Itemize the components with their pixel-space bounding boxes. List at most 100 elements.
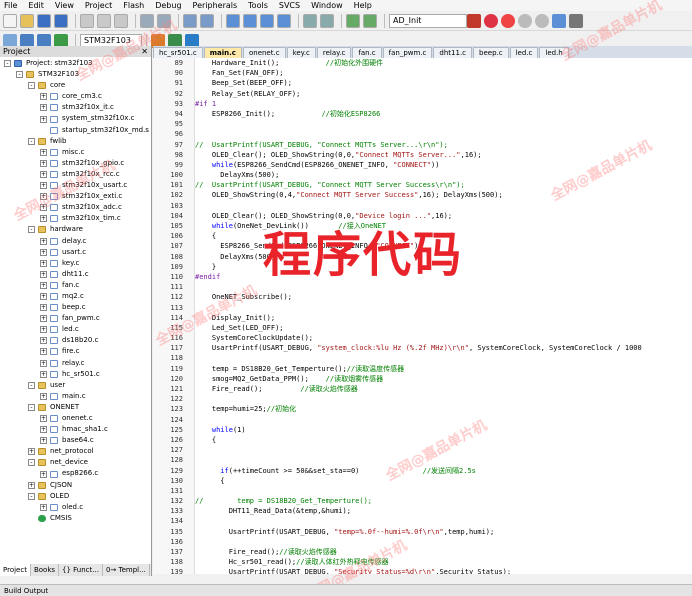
expand-icon[interactable] <box>40 127 47 134</box>
expand-icon[interactable]: + <box>40 370 47 378</box>
settings-icon[interactable] <box>569 13 583 28</box>
menu-item-view[interactable]: View <box>55 0 74 11</box>
tree-file[interactable]: + fan.c <box>0 280 151 291</box>
collapse-icon[interactable]: - <box>28 492 35 500</box>
tree-file[interactable]: + hmac_sha1.c <box>0 424 151 435</box>
tree-file[interactable]: + stm32f10x_usart.c <box>0 180 151 191</box>
cut-icon[interactable] <box>80 13 94 28</box>
close-icon[interactable]: ✕ <box>141 46 148 57</box>
expand-icon[interactable]: + <box>28 481 35 489</box>
find-combo[interactable]: AD_Init <box>389 13 467 28</box>
code-line[interactable]: DelayXms(500); <box>195 252 692 262</box>
save-all-icon[interactable] <box>54 13 68 28</box>
menu-item-flash[interactable]: Flash <box>123 0 144 11</box>
tree-item[interactable]: - Project: stm32f103 <box>0 58 151 69</box>
code-line[interactable]: DelayXms(500); <box>195 170 692 180</box>
tree-file[interactable]: + beep.c <box>0 302 151 313</box>
tree-item[interactable]: CMSIS <box>0 513 151 524</box>
expand-icon[interactable]: + <box>40 415 47 423</box>
file-tab[interactable]: led.h <box>539 46 569 58</box>
menu-item-debug[interactable]: Debug <box>155 0 181 11</box>
code-line[interactable]: { <box>195 476 692 486</box>
expand-icon[interactable]: + <box>40 182 47 190</box>
code-line[interactable] <box>195 129 692 139</box>
expand-icon[interactable]: + <box>40 170 47 178</box>
expand-icon[interactable]: + <box>40 215 47 223</box>
code-line[interactable]: Display_Init(); <box>195 313 692 323</box>
code-line[interactable]: while(1) <box>195 425 692 435</box>
collapse-icon[interactable]: - <box>4 60 11 68</box>
code-line[interactable] <box>195 394 692 404</box>
tree-file[interactable]: + stm32f10x_rcc.c <box>0 169 151 180</box>
find-in-files-icon[interactable] <box>467 13 481 28</box>
tree-file[interactable]: + base64.c <box>0 435 151 446</box>
redo-icon[interactable] <box>157 13 171 28</box>
tree-file[interactable]: + stm32f10x_it.c <box>0 102 151 113</box>
breakpoint-icon[interactable] <box>501 13 515 28</box>
menu-item-tools[interactable]: Tools <box>248 0 268 11</box>
code-line[interactable]: while(OneNet_DevLink()) //接入OneNET <box>195 221 692 231</box>
expand-icon[interactable]: + <box>40 93 47 101</box>
code-line[interactable]: OLED_Clear(); OLED_ShowString(0,0,"Conne… <box>195 150 692 160</box>
code-line[interactable]: smog=MQ2_GetData_PPM(); //读取烟雾传感器 <box>195 374 692 384</box>
code-line[interactable]: OLED_ShowString(0,4,"Connect MQTT Server… <box>195 190 692 200</box>
expand-icon[interactable]: + <box>40 115 47 123</box>
tree-folder[interactable]: + CJSON <box>0 480 151 491</box>
code-line[interactable]: { <box>195 231 692 241</box>
expand-icon[interactable]: + <box>40 359 47 367</box>
tree-file[interactable]: + fan_pwm.c <box>0 313 151 324</box>
code-line[interactable]: #if 1 <box>195 99 692 109</box>
code-line[interactable] <box>195 455 692 465</box>
code-line[interactable] <box>195 201 692 211</box>
code-line[interactable]: SystemCoreClockUpdate(); <box>195 333 692 343</box>
code-line[interactable]: DHT11_Read_Data(&temp,&humi); <box>195 506 692 516</box>
tree-folder[interactable]: - ONENET <box>0 402 151 413</box>
project-panel-tab[interactable]: 0→ Templ... <box>103 564 150 576</box>
code-line[interactable] <box>195 415 692 425</box>
tree-file[interactable]: + core_cm3.c <box>0 91 151 102</box>
code-line[interactable]: OneNET_Subscribe(); <box>195 292 692 302</box>
expand-icon[interactable]: + <box>40 148 47 156</box>
code-line[interactable]: temp=humi=25;//初始化 <box>195 404 692 414</box>
expand-icon[interactable]: + <box>40 304 47 312</box>
code-line[interactable]: Fan_Set(FAN_OFF); <box>195 68 692 78</box>
tree-file[interactable]: + stm32f10x_tim.c <box>0 213 151 224</box>
bookmark-prev-icon[interactable] <box>243 13 257 28</box>
code-line[interactable] <box>195 516 692 526</box>
code-area[interactable]: Hardware_Init(); //初始化外围硬件 Fan_Set(FAN_O… <box>195 58 692 574</box>
collapse-icon[interactable]: - <box>28 381 35 389</box>
tree-folder[interactable]: - OLED <box>0 491 151 502</box>
project-panel-tab[interactable]: {} Funct... <box>59 564 103 576</box>
tree-file[interactable]: + stm32f10x_adc.c <box>0 202 151 213</box>
open-icon[interactable] <box>20 13 34 28</box>
menu-item-svcs[interactable]: SVCS <box>279 0 300 11</box>
project-panel-tab[interactable]: Project <box>0 564 31 576</box>
code-line[interactable]: temp = DS18B20_Get_Temperture();//读取温度传感… <box>195 364 692 374</box>
expand-icon[interactable]: + <box>28 448 35 456</box>
save-icon[interactable] <box>37 13 51 28</box>
expand-icon[interactable]: + <box>40 281 47 289</box>
tree-folder[interactable]: - net_device <box>0 457 151 468</box>
collapse-icon[interactable]: - <box>28 226 35 234</box>
code-line[interactable]: } <box>195 262 692 272</box>
tree-file[interactable]: + system_stm32f10x.c <box>0 113 151 124</box>
expand-icon[interactable]: + <box>40 270 47 278</box>
code-line[interactable]: while(ESP8266_SendCmd(ESP8266_ONENET_INF… <box>195 160 692 170</box>
code-line[interactable]: #endif <box>195 272 692 282</box>
collapse-icon[interactable]: - <box>28 403 35 411</box>
file-tab[interactable]: relay.c <box>316 46 352 58</box>
window-layout-icon[interactable] <box>552 13 566 28</box>
code-line[interactable]: // UsartPrintf(USART_DEBUG, "Connect MQT… <box>195 140 692 150</box>
code-line[interactable] <box>195 537 692 547</box>
bookmark-next-icon[interactable] <box>260 13 274 28</box>
code-line[interactable]: Beep_Set(BEEP_OFF); <box>195 78 692 88</box>
file-tab[interactable]: onenet.c <box>242 46 286 58</box>
code-line[interactable]: Hc_sr501_read();//读取人体红外热释电传感器 <box>195 557 692 567</box>
tree-file[interactable]: + led.c <box>0 324 151 335</box>
code-line[interactable] <box>195 282 692 292</box>
code-line[interactable]: ESP8266_SendCmd(ESP8266_ONENET_INFO, "CO… <box>195 241 692 251</box>
tree-file[interactable]: + stm32f10x_exti.c <box>0 191 151 202</box>
breakpoint-kill-icon[interactable] <box>535 13 549 28</box>
code-line[interactable]: UsartPrintf(USART_DEBUG, "temp=%.0f--hum… <box>195 527 692 537</box>
code-line[interactable]: Fire_read();//读取火焰传感器 <box>195 547 692 557</box>
